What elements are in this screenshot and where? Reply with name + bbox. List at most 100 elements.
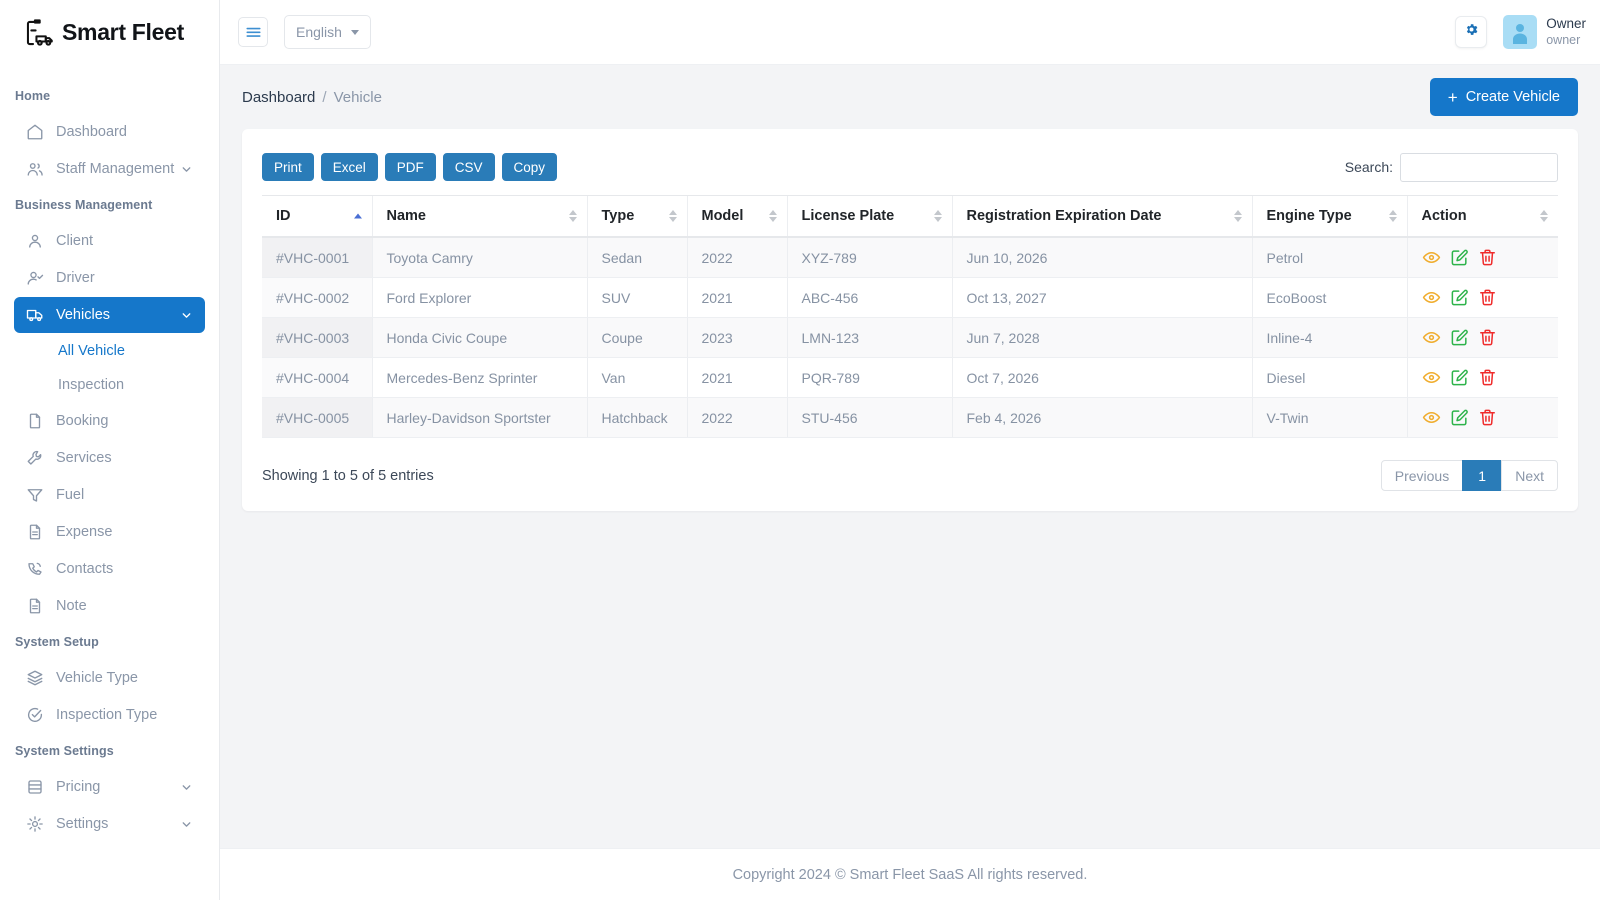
main-area: English Owner owner Dashboard / Vehicle … (220, 0, 1600, 900)
page-content: Dashboard / Vehicle + Create Vehicle Pri… (220, 65, 1600, 848)
user-menu[interactable]: Owner owner (1503, 15, 1586, 49)
layers-icon (26, 669, 44, 687)
column-header-engine-type[interactable]: Engine Type (1251, 195, 1407, 238)
vehicles-table-card: Print Excel PDF CSV Copy Search: ID Name… (242, 129, 1578, 511)
cell-registration-expiration-date: Jun 7, 2028 (951, 317, 1252, 358)
breadcrumb-current: Vehicle (333, 88, 382, 106)
truck-icon (26, 306, 44, 324)
sort-icon (1388, 210, 1397, 222)
sidebar-item-services[interactable]: Services (14, 440, 205, 476)
column-header-name[interactable]: Name (371, 195, 587, 238)
sidebar-item-settings[interactable]: Settings (14, 806, 205, 842)
vehicles-table: ID Name Type Model License Plate Registr… (262, 195, 1558, 438)
cell-id: #VHC-0002 (262, 277, 372, 318)
row-actions (1422, 288, 1545, 307)
sidebar-item-label: Note (56, 598, 87, 614)
sidebar-item-contacts[interactable]: Contacts (14, 551, 205, 587)
avatar (1503, 15, 1538, 49)
sidebar-item-driver[interactable]: Driver (14, 260, 205, 296)
sidebar-item-dashboard[interactable]: Dashboard (14, 114, 205, 150)
view-icon[interactable] (1422, 328, 1441, 347)
breadcrumb-dashboard[interactable]: Dashboard (242, 89, 315, 106)
export-csv-button[interactable]: CSV (442, 153, 495, 181)
sidebar-section-system-settings: System Settings (15, 744, 114, 758)
cell-license-plate: LMN-123 (786, 317, 952, 358)
delete-icon[interactable] (1478, 328, 1497, 347)
edit-icon[interactable] (1450, 368, 1469, 387)
plus-icon: + (1447, 87, 1458, 107)
column-label: Engine Type (1266, 208, 1352, 224)
pagination-page-1-button[interactable]: 1 (1462, 460, 1503, 491)
column-header-license-plate[interactable]: License Plate (786, 195, 952, 238)
edit-icon[interactable] (1450, 328, 1469, 347)
table-row: #VHC-0002 Ford Explorer SUV 2021 ABC-456 Oct … (262, 277, 1558, 318)
sidebar-item-pricing[interactable]: Pricing (14, 769, 205, 805)
pagination-next-button[interactable]: Next (1501, 460, 1558, 491)
sidebar-toggle-button[interactable] (238, 17, 268, 47)
export-excel-button[interactable]: Excel (320, 153, 378, 181)
sidebar-item-staff-management[interactable]: Staff Management (14, 151, 205, 187)
delete-icon[interactable] (1478, 248, 1497, 267)
cell-action (1406, 357, 1558, 398)
export-copy-button[interactable]: Copy (501, 153, 558, 181)
sort-ascending-icon (353, 213, 362, 219)
column-header-id[interactable]: ID (262, 195, 372, 238)
breadcrumb: Dashboard / Vehicle (242, 89, 382, 106)
view-icon[interactable] (1422, 288, 1441, 307)
column-header-registration-expiration-date[interactable]: Registration Expiration Date (951, 195, 1252, 238)
sidebar-subitem-inspection[interactable]: Inspection (14, 369, 205, 401)
edit-icon[interactable] (1450, 288, 1469, 307)
column-label: Model (701, 208, 744, 224)
settings-button[interactable] (1455, 16, 1488, 48)
view-icon[interactable] (1422, 408, 1441, 427)
table-head: ID Name Type Model License Plate Registr… (262, 195, 1558, 238)
sidebar-subitem-all-vehicle[interactable]: All Vehicle (14, 335, 205, 367)
export-pdf-button[interactable]: PDF (384, 153, 436, 181)
view-icon[interactable] (1422, 368, 1441, 387)
cell-action (1406, 237, 1558, 278)
sidebar-item-label: Booking (56, 413, 109, 429)
sidebar-item-inspection-type[interactable]: Inspection Type (14, 697, 205, 733)
sidebar-item-fuel[interactable]: Fuel (14, 477, 205, 513)
delete-icon[interactable] (1478, 288, 1497, 307)
column-label: License Plate (801, 208, 895, 224)
export-print-button[interactable]: Print (262, 153, 314, 181)
table-footer: Showing 1 to 5 of 5 entries Previous 1 N… (262, 460, 1558, 491)
breadcrumb-separator: / (322, 88, 327, 106)
check-circle-icon (26, 706, 44, 724)
search-input[interactable] (1400, 152, 1558, 182)
user-avatar-icon (1508, 20, 1532, 49)
sidebar-item-label: Staff Management (56, 161, 175, 177)
column-header-action[interactable]: Action (1406, 195, 1558, 238)
delete-icon[interactable] (1478, 408, 1497, 427)
edit-icon[interactable] (1450, 248, 1469, 267)
chevron-down-icon (350, 29, 359, 35)
cell-id: #VHC-0001 (262, 237, 372, 278)
sidebar-item-vehicles[interactable]: Vehicles (14, 297, 205, 333)
sidebar-item-note[interactable]: Note (14, 588, 205, 624)
user-name: Owner (1546, 15, 1586, 31)
sidebar-item-vehicle-type[interactable]: Vehicle Type (14, 660, 205, 696)
brand-logo-area[interactable]: Smart Fleet (0, 0, 219, 65)
sidebar-item-expense[interactable]: Expense (14, 514, 205, 550)
column-header-type[interactable]: Type (586, 195, 687, 238)
column-label: Name (386, 208, 427, 224)
sidebar-item-client[interactable]: Client (14, 223, 205, 259)
language-selector[interactable]: English (284, 15, 371, 49)
create-vehicle-button[interactable]: + Create Vehicle (1429, 78, 1578, 116)
search-area: Search: (1345, 152, 1558, 182)
table-row: #VHC-0005 Harley-Davidson Sportster Hatchb… (262, 397, 1558, 438)
footer-text: Copyright 2024 © Smart Fleet SaaS All ri… (732, 866, 1088, 883)
cell-id: #VHC-0003 (262, 317, 372, 358)
column-header-model[interactable]: Model (686, 195, 787, 238)
edit-icon[interactable] (1450, 408, 1469, 427)
delete-icon[interactable] (1478, 368, 1497, 387)
sidebar-item-label: Services (56, 450, 112, 466)
view-icon[interactable] (1422, 248, 1441, 267)
cell-id: #VHC-0004 (262, 357, 372, 398)
sidebar-item-label: Dashboard (56, 124, 127, 140)
table-row: #VHC-0001 Toyota Camry Sedan 2022 XYZ-789 Jun… (262, 237, 1558, 278)
pagination-previous-button[interactable]: Previous (1380, 460, 1464, 491)
sidebar-item-booking[interactable]: Booking (14, 403, 205, 439)
row-actions (1422, 368, 1545, 387)
